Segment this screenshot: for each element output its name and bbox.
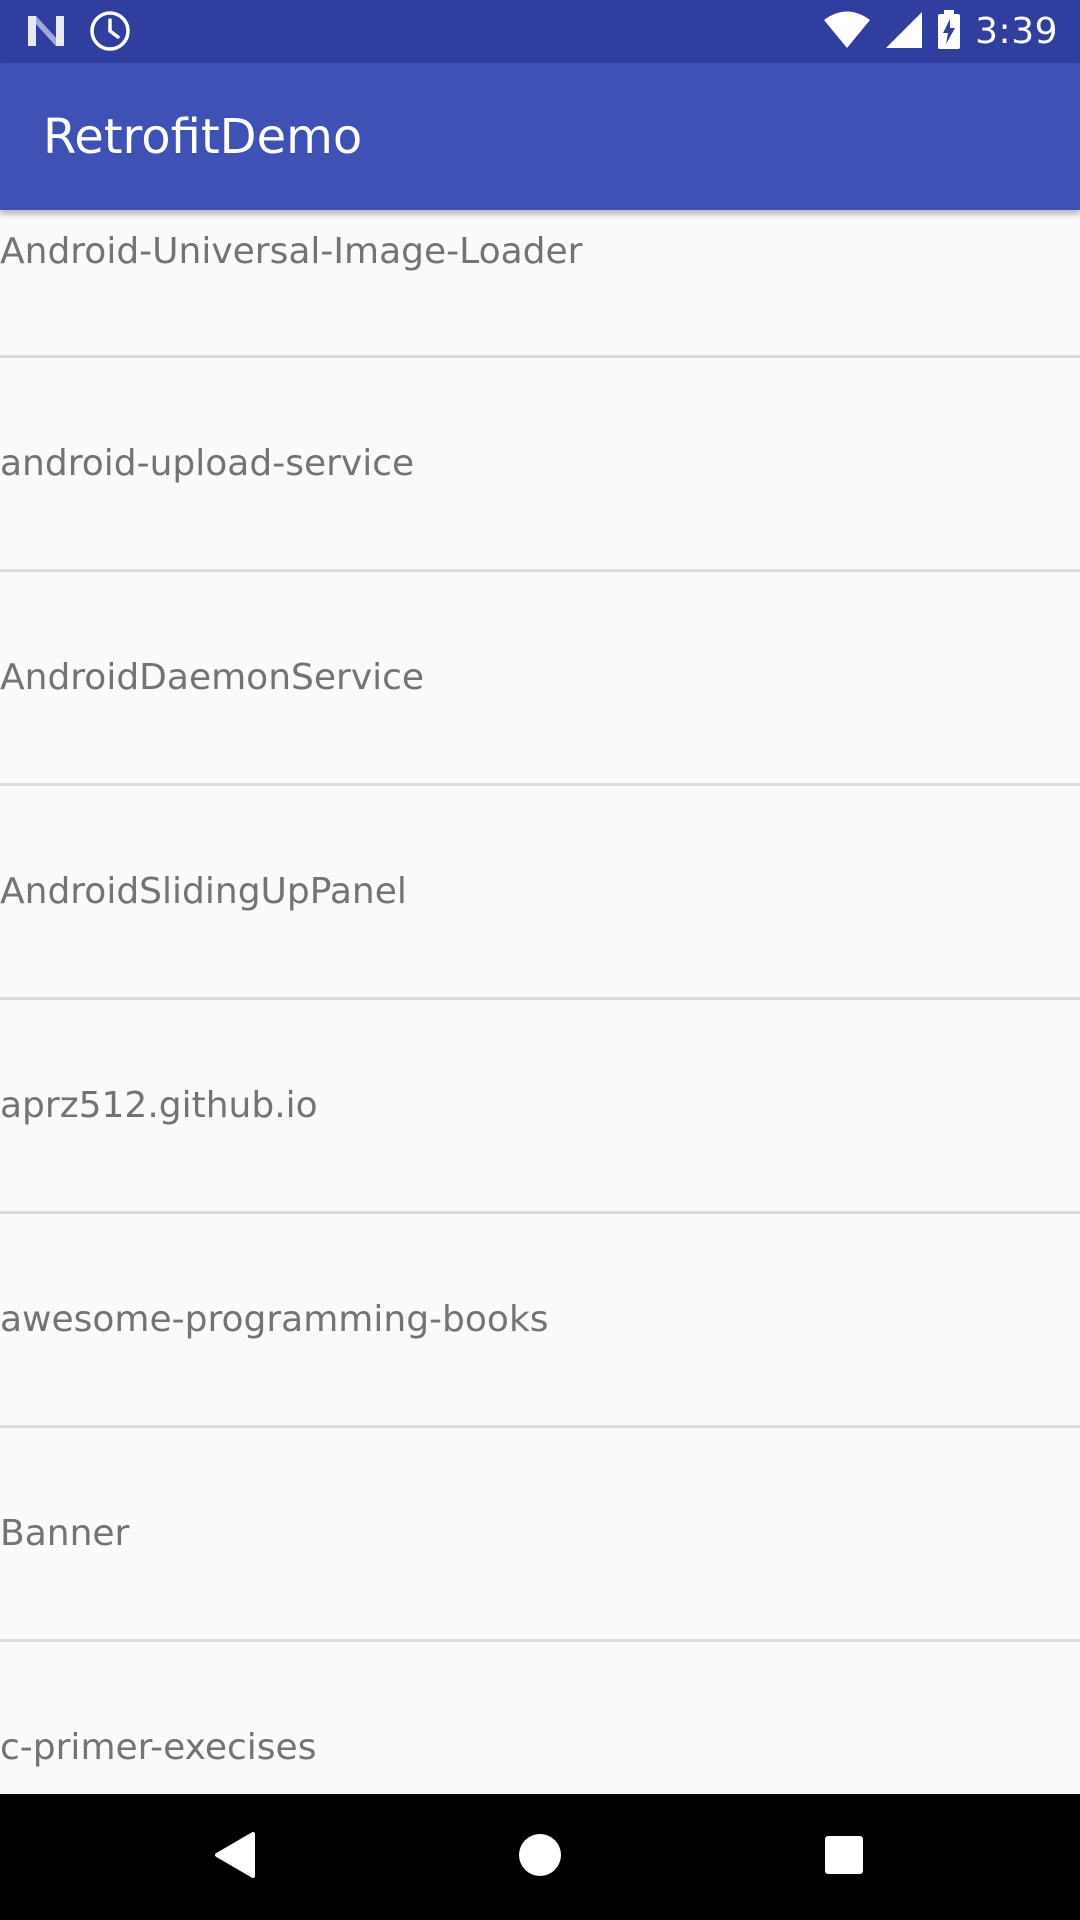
back-button[interactable] [205,1827,265,1887]
list-item[interactable]: Android-Universal-Image-Loader [0,210,1080,358]
battery-charging-icon [937,10,961,54]
list-item-label: android-upload-service [0,442,415,484]
list-item[interactable]: awesome-programming-books [0,1214,1080,1428]
list-item-label: Android-Universal-Image-Loader [0,231,583,272]
list-item[interactable]: AndroidSlidingUpPanel [0,786,1080,1000]
wifi-icon [823,11,871,53]
app-title: RetrofitDemo [43,109,363,165]
list-item[interactable]: Banner [0,1428,1080,1642]
home-icon [518,1833,562,1881]
n-logo-icon [26,14,66,52]
alarm-clock-icon [88,9,132,57]
list-item-label: Banner [0,1512,130,1554]
repo-list: Android-Universal-Image-Loader android-u… [0,210,1080,1794]
navigation-bar [0,1794,1080,1920]
list-item[interactable]: c-primer-execises [0,1642,1080,1794]
home-button[interactable] [510,1827,570,1887]
list-item-label: AndroidSlidingUpPanel [0,870,407,912]
list-item[interactable]: aprz512.github.io [0,1000,1080,1214]
status-bar: 3:39 [0,0,1080,63]
list-item-label: c-primer-execises [0,1726,317,1768]
app-bar: RetrofitDemo [0,63,1080,210]
list-item[interactable]: android-upload-service [0,358,1080,572]
status-time: 3:39 [975,11,1058,52]
list-item-label: awesome-programming-books [0,1298,549,1340]
back-icon [213,1831,257,1883]
list-item-label: AndroidDaemonService [0,656,425,698]
recents-button[interactable] [814,1827,874,1887]
recents-icon [824,1835,864,1879]
list-item-label: aprz512.github.io [0,1084,318,1126]
cell-signal-icon [885,11,923,53]
list-item[interactable]: AndroidDaemonService [0,572,1080,786]
